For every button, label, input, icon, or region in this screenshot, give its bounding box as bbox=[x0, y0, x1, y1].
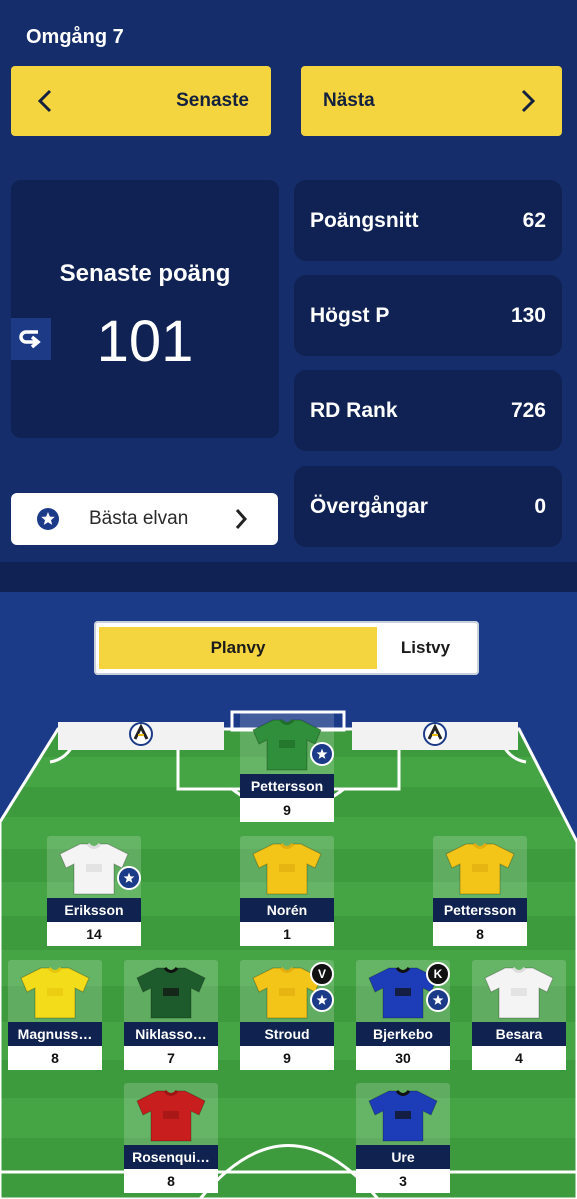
player-name: Eriksson bbox=[47, 898, 141, 922]
player-shirt-area bbox=[8, 960, 102, 1022]
tab-pitch-view[interactable]: Planvy bbox=[99, 627, 377, 669]
swap-icon[interactable] bbox=[11, 318, 51, 360]
league-logo-icon bbox=[129, 721, 153, 751]
star-icon bbox=[310, 742, 334, 766]
player-card[interactable]: Norén 1 bbox=[240, 836, 334, 946]
player-points: 1 bbox=[240, 922, 334, 946]
player-name: Norén bbox=[240, 898, 334, 922]
header-panel: Omgång 7 Senaste Nästa Senaste poäng 101… bbox=[0, 0, 577, 562]
player-points: 4 bbox=[472, 1046, 566, 1070]
player-card[interactable]: Eriksson 14 bbox=[47, 836, 141, 946]
player-name: Bjerkebo bbox=[356, 1022, 450, 1046]
jersey-icon bbox=[136, 966, 206, 1019]
player-card[interactable]: K Bjerkebo 30 bbox=[356, 960, 450, 1070]
player-points: 8 bbox=[433, 922, 527, 946]
star-icon bbox=[310, 988, 334, 1012]
previous-round-button[interactable]: Senaste bbox=[11, 66, 271, 136]
player-card[interactable]: Besara 4 bbox=[472, 960, 566, 1070]
player-points: 14 bbox=[47, 922, 141, 946]
player-card[interactable]: Magnuss… 8 bbox=[8, 960, 102, 1070]
player-name: Niklasso… bbox=[124, 1022, 218, 1046]
player-card[interactable]: Pettersson 8 bbox=[433, 836, 527, 946]
player-shirt-area bbox=[124, 1083, 218, 1145]
player-points: 8 bbox=[8, 1046, 102, 1070]
star-icon bbox=[117, 866, 141, 890]
player-shirt-area bbox=[356, 1083, 450, 1145]
role-badge: V bbox=[310, 962, 334, 986]
stat-average-points: Poängsnitt 62 bbox=[294, 180, 562, 261]
stat-value: 62 bbox=[522, 209, 546, 232]
chevron-right-icon bbox=[520, 66, 536, 136]
stat-label: Övergångar bbox=[310, 495, 428, 518]
jersey-icon bbox=[20, 966, 90, 1019]
star-icon bbox=[426, 988, 450, 1012]
jersey-icon bbox=[252, 842, 322, 895]
player-name: Rosenqui… bbox=[124, 1145, 218, 1169]
stat-value: 130 bbox=[510, 304, 546, 327]
latest-points-value: 101 bbox=[96, 309, 194, 374]
player-shirt-area bbox=[240, 836, 334, 898]
player-card[interactable]: Niklasso… 7 bbox=[124, 960, 218, 1070]
tab-list-view[interactable]: Listvy bbox=[377, 627, 474, 669]
next-round-label: Nästa bbox=[323, 90, 375, 111]
player-card[interactable]: Rosenqui… 8 bbox=[124, 1083, 218, 1193]
stat-transfers: Övergångar 0 bbox=[294, 466, 562, 547]
round-title: Omgång 7 bbox=[26, 26, 124, 48]
player-points: 3 bbox=[356, 1169, 450, 1193]
jersey-icon bbox=[484, 966, 554, 1019]
player-points: 8 bbox=[124, 1169, 218, 1193]
star-icon bbox=[37, 508, 59, 536]
player-name: Magnuss… bbox=[8, 1022, 102, 1046]
best-eleven-label: Bästa elvan bbox=[89, 508, 189, 529]
jersey-icon bbox=[136, 1089, 206, 1142]
player-name: Pettersson bbox=[240, 774, 334, 798]
player-points: 30 bbox=[356, 1046, 450, 1070]
next-round-button[interactable]: Nästa bbox=[301, 66, 562, 136]
jersey-icon bbox=[368, 1089, 438, 1142]
player-points: 7 bbox=[124, 1046, 218, 1070]
previous-round-label: Senaste bbox=[176, 90, 249, 111]
pitch-section: Planvy Listvy Pettersson 9 Eriksson 14 Norén… bbox=[0, 592, 577, 1199]
player-shirt-area bbox=[433, 836, 527, 898]
player-name: Besara bbox=[472, 1022, 566, 1046]
player-card[interactable]: V Stroud 9 bbox=[240, 960, 334, 1070]
role-badge: K bbox=[426, 962, 450, 986]
player-card[interactable]: Pettersson 9 bbox=[240, 712, 334, 822]
league-logo-icon bbox=[423, 721, 447, 751]
player-card[interactable]: Ure 3 bbox=[356, 1083, 450, 1193]
chevron-left-icon bbox=[37, 66, 53, 136]
player-points: 9 bbox=[240, 1046, 334, 1070]
stat-label: Poängsnitt bbox=[310, 209, 419, 232]
stat-value: 726 bbox=[510, 399, 546, 422]
jersey-icon bbox=[445, 842, 515, 895]
player-shirt-area bbox=[124, 960, 218, 1022]
player-name: Ure bbox=[356, 1145, 450, 1169]
sponsor-board bbox=[352, 721, 518, 751]
stat-value: 0 bbox=[534, 495, 546, 518]
latest-points-card: Senaste poäng 101 bbox=[11, 180, 279, 438]
stat-highest-points: Högst P 130 bbox=[294, 275, 562, 356]
player-name: Pettersson bbox=[433, 898, 527, 922]
latest-points-label: Senaste poäng bbox=[59, 260, 231, 287]
stat-rank: RD Rank 726 bbox=[294, 370, 562, 451]
chevron-right-icon bbox=[234, 508, 248, 536]
player-name: Stroud bbox=[240, 1022, 334, 1046]
player-points: 9 bbox=[240, 798, 334, 822]
stat-label: Högst P bbox=[310, 304, 390, 327]
best-eleven-button[interactable]: Bästa elvan bbox=[11, 493, 278, 545]
sponsor-board bbox=[58, 721, 224, 751]
player-shirt-area bbox=[472, 960, 566, 1022]
view-toggle: Planvy Listvy bbox=[94, 621, 479, 675]
stat-label: RD Rank bbox=[310, 399, 398, 422]
